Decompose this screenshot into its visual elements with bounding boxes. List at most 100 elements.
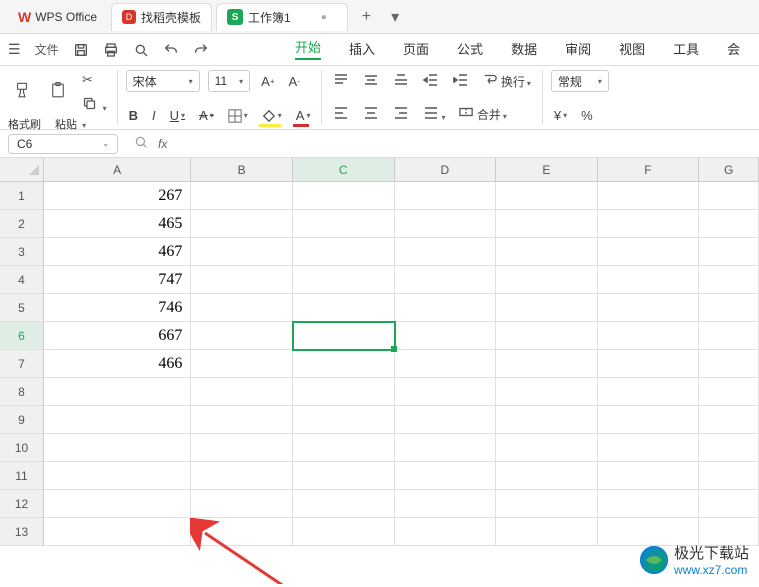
format-brush-button[interactable]	[8, 79, 36, 108]
cell-G6[interactable]	[699, 322, 759, 350]
cell-B10[interactable]	[191, 434, 293, 462]
menu-review[interactable]: 审阅	[565, 39, 591, 58]
cell-A1[interactable]: 267	[44, 182, 191, 210]
cell-A3[interactable]: 467	[44, 238, 191, 266]
cell-D7[interactable]	[395, 350, 497, 378]
cell-F2[interactable]	[598, 210, 700, 238]
cell-C1[interactable]	[293, 182, 395, 210]
cell-D4[interactable]	[395, 266, 497, 294]
menu-page[interactable]: 页面	[403, 39, 429, 58]
cell-G10[interactable]	[699, 434, 759, 462]
cell-G12[interactable]	[699, 490, 759, 518]
col-head-g[interactable]: G	[699, 158, 759, 181]
row-head-11[interactable]: 11	[0, 462, 44, 490]
cell-C9[interactable]	[293, 406, 395, 434]
row-head-6[interactable]: 6	[0, 322, 44, 350]
cell-D9[interactable]	[395, 406, 497, 434]
cell-E7[interactable]	[496, 350, 598, 378]
cell-E2[interactable]	[496, 210, 598, 238]
cell-D1[interactable]	[395, 182, 497, 210]
cell-F1[interactable]	[598, 182, 700, 210]
cell-E10[interactable]	[496, 434, 598, 462]
cell-F4[interactable]	[598, 266, 700, 294]
col-head-a[interactable]: A	[44, 158, 191, 181]
bold-button[interactable]: B	[126, 106, 141, 125]
fx-label[interactable]: fx	[158, 137, 167, 151]
cell-F11[interactable]	[598, 462, 700, 490]
cell-A7[interactable]: 466	[44, 350, 191, 378]
cell-F12[interactable]	[598, 490, 700, 518]
cell-A6[interactable]: 667	[44, 322, 191, 350]
cell-E13[interactable]	[496, 518, 598, 546]
copy-icon[interactable]: ▾	[80, 94, 109, 116]
cell-B7[interactable]	[191, 350, 293, 378]
cell-A2[interactable]: 465	[44, 210, 191, 238]
cell-E11[interactable]	[496, 462, 598, 490]
cell-C3[interactable]	[293, 238, 395, 266]
cell-G2[interactable]	[699, 210, 759, 238]
cell-B3[interactable]	[191, 238, 293, 266]
cell-C2[interactable]	[293, 210, 395, 238]
indent-decrease-button[interactable]	[420, 71, 442, 92]
col-head-e[interactable]: E	[496, 158, 598, 181]
menu-formula[interactable]: 公式	[457, 39, 483, 58]
align-right-button[interactable]	[390, 104, 412, 125]
tab-more-button[interactable]: ▾	[381, 7, 409, 27]
border-button[interactable]: ▾	[225, 107, 251, 125]
add-tab-button[interactable]: +	[352, 8, 381, 26]
underline-button[interactable]: U▾	[167, 106, 188, 125]
cell-A11[interactable]	[44, 462, 191, 490]
strikethrough-button[interactable]: A▾	[196, 106, 217, 125]
row-head-12[interactable]: 12	[0, 490, 44, 518]
cell-D3[interactable]	[395, 238, 497, 266]
cell-F8[interactable]	[598, 378, 700, 406]
cell-B11[interactable]	[191, 462, 293, 490]
cell-F7[interactable]	[598, 350, 700, 378]
cell-A10[interactable]	[44, 434, 191, 462]
row-head-2[interactable]: 2	[0, 210, 44, 238]
fill-color-button[interactable]: ▾	[259, 107, 285, 125]
cell-C6[interactable]	[293, 322, 395, 350]
paste-button[interactable]	[44, 79, 72, 108]
italic-button[interactable]: I	[149, 106, 159, 125]
row-head-4[interactable]: 4	[0, 266, 44, 294]
currency-button[interactable]: ¥▾	[551, 106, 570, 125]
decrease-font-button[interactable]: A-	[286, 72, 303, 91]
cell-B6[interactable]	[191, 322, 293, 350]
name-box[interactable]: C6 ⌄	[8, 134, 118, 154]
cell-B1[interactable]	[191, 182, 293, 210]
app-tab-wps[interactable]: W WPS Office	[8, 3, 107, 31]
cell-B4[interactable]	[191, 266, 293, 294]
cell-C8[interactable]	[293, 378, 395, 406]
cell-D12[interactable]	[395, 490, 497, 518]
cell-E6[interactable]	[496, 322, 598, 350]
cell-G11[interactable]	[699, 462, 759, 490]
cell-A12[interactable]	[44, 490, 191, 518]
align-center-button[interactable]	[360, 104, 382, 125]
cut-icon[interactable]: ✂	[80, 70, 109, 90]
justify-button[interactable]: ▾	[420, 104, 448, 125]
cell-G4[interactable]	[699, 266, 759, 294]
cell-B5[interactable]	[191, 294, 293, 322]
font-size-select[interactable]: 11 ▾	[208, 70, 250, 92]
cell-G9[interactable]	[699, 406, 759, 434]
row-head-5[interactable]: 5	[0, 294, 44, 322]
cell-E8[interactable]	[496, 378, 598, 406]
cell-C10[interactable]	[293, 434, 395, 462]
cell-B12[interactable]	[191, 490, 293, 518]
cell-B2[interactable]	[191, 210, 293, 238]
col-head-b[interactable]: B	[191, 158, 293, 181]
cell-C13[interactable]	[293, 518, 395, 546]
app-tab-docker[interactable]: D 找稻壳模板	[111, 3, 212, 31]
cancel-icon[interactable]	[134, 135, 148, 152]
cell-B9[interactable]	[191, 406, 293, 434]
menu-member[interactable]: 会	[727, 39, 740, 58]
cell-G1[interactable]	[699, 182, 759, 210]
increase-font-button[interactable]: A+	[258, 72, 277, 91]
font-family-select[interactable]: 宋体 ▾	[126, 70, 200, 92]
cell-E4[interactable]	[496, 266, 598, 294]
cell-C12[interactable]	[293, 490, 395, 518]
cell-G5[interactable]	[699, 294, 759, 322]
row-head-9[interactable]: 9	[0, 406, 44, 434]
col-head-d[interactable]: D	[395, 158, 497, 181]
